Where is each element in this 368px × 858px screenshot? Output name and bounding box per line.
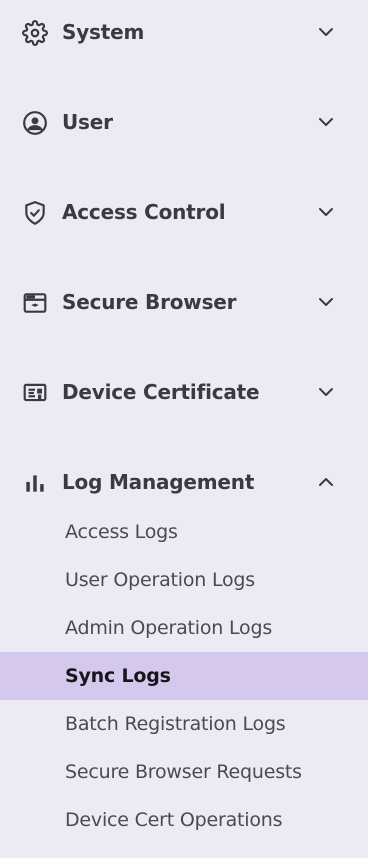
shield-check-icon bbox=[22, 200, 48, 226]
sidebar-section-system[interactable]: System bbox=[0, 10, 368, 54]
sidebar-nav: System User Access Control Secure Browse… bbox=[0, 0, 368, 858]
sidebar-section-label: Log Management bbox=[62, 470, 255, 494]
sidebar-section-device-certificate[interactable]: Device Certificate bbox=[0, 370, 368, 414]
sidebar-item-label: Batch Registration Logs bbox=[65, 713, 286, 735]
sidebar-item-admin-operation-logs[interactable]: Admin Operation Logs bbox=[0, 604, 368, 652]
sidebar-item-label: User Operation Logs bbox=[65, 569, 255, 591]
sidebar-section-secure-browser[interactable]: Secure Browser bbox=[0, 280, 368, 324]
sidebar-item-device-cert-operations[interactable]: Device Cert Operations bbox=[0, 796, 368, 844]
sidebar-section-access-control[interactable]: Access Control bbox=[0, 190, 368, 234]
sidebar-section-label: Device Certificate bbox=[62, 380, 260, 404]
sidebar-section-label: Access Control bbox=[62, 200, 226, 224]
browser-window-icon bbox=[22, 290, 48, 316]
chevron-down-icon bbox=[319, 298, 333, 306]
sidebar-item-label: Access Logs bbox=[65, 521, 178, 543]
certificate-icon bbox=[22, 380, 48, 406]
user-circle-icon bbox=[22, 110, 48, 136]
sidebar-item-label: Sync Logs bbox=[65, 665, 171, 687]
sidebar-item-label: Admin Operation Logs bbox=[65, 617, 273, 639]
sidebar-item-access-logs[interactable]: Access Logs bbox=[0, 508, 368, 556]
sidebar-item-batch-registration-logs[interactable]: Batch Registration Logs bbox=[0, 700, 368, 748]
chevron-down-icon bbox=[319, 388, 333, 396]
sidebar-section-label: System bbox=[62, 20, 145, 44]
sidebar-item-user-operation-logs[interactable]: User Operation Logs bbox=[0, 556, 368, 604]
sidebar-section-label: User bbox=[62, 110, 113, 134]
sidebar-item-sync-logs[interactable]: Sync Logs bbox=[0, 652, 368, 700]
chevron-down-icon bbox=[319, 28, 333, 36]
sidebar-section-log-management[interactable]: Log Management bbox=[0, 460, 368, 504]
sidebar-item-secure-browser-requests[interactable]: Secure Browser Requests bbox=[0, 748, 368, 796]
sidebar-section-label: Secure Browser bbox=[62, 290, 237, 314]
sidebar-section-user[interactable]: User bbox=[0, 100, 368, 144]
bar-chart-icon bbox=[22, 470, 48, 496]
chevron-down-icon bbox=[319, 208, 333, 216]
gear-icon bbox=[22, 20, 48, 46]
sidebar-item-label: Secure Browser Requests bbox=[65, 761, 302, 783]
chevron-down-icon bbox=[319, 118, 333, 126]
chevron-up-icon bbox=[319, 478, 333, 486]
sidebar-item-label: Device Cert Operations bbox=[65, 809, 283, 831]
